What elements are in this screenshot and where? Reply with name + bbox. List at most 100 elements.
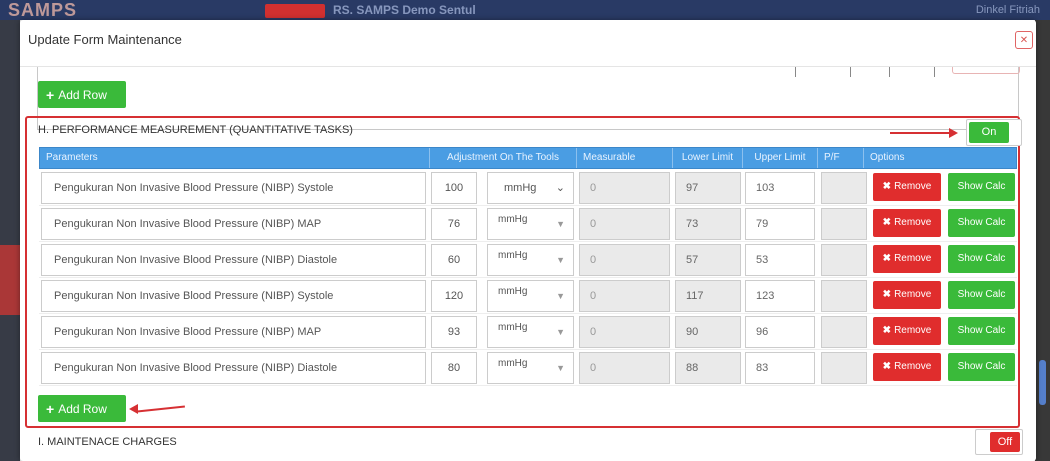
show-calc-button[interactable]: Show Calc [948,281,1015,309]
remove-label: Remove [894,181,932,192]
close-icon: ✖ [882,289,892,300]
adjustment-input[interactable]: 100 [431,172,477,204]
table-row: Pengukuran Non Invasive Blood Pressure (… [39,206,1017,242]
col-lower-limit: Lower Limit [673,148,743,168]
close-icon: ✖ [882,253,892,264]
remove-button[interactable]: ✖ Remove [873,245,941,273]
parameter-input[interactable]: Pengukuran Non Invasive Blood Pressure (… [41,208,426,240]
section-i-title: I. MAINTENACE CHARGES [38,436,177,448]
upper-limit-input[interactable]: 53 [745,244,815,276]
caret-down-icon: ▼ [556,219,565,229]
add-row-label: Add Row [58,87,107,102]
section-h-title: H. PERFORMANCE MEASUREMENT (QUANTITATIVE… [38,124,353,136]
remove-label: Remove [894,361,932,372]
show-calc-button[interactable]: Show Calc [948,245,1015,273]
measurable-field: 0 [579,280,670,312]
show-calc-button[interactable]: Show Calc [948,173,1015,201]
remove-button[interactable]: ✖ Remove [873,353,941,381]
toggle-on-label: On [969,122,1009,143]
lower-limit-field: 117 [675,280,741,312]
close-icon: ✖ [882,217,892,228]
prev-remove-button-edge [952,67,1020,74]
close-icon: ✖ [882,325,892,336]
adjustment-input[interactable]: 76 [431,208,477,240]
add-row-button-previous[interactable]: + Add Row [38,81,126,108]
pf-field [821,172,867,204]
unit-value: mmHg [498,286,528,297]
adjustment-input[interactable]: 120 [431,280,477,312]
caret-down-icon: ▼ [556,363,565,373]
parameter-input[interactable]: Pengukuran Non Invasive Blood Pressure (… [41,244,426,276]
unit-select[interactable]: mmHg ▼ [487,352,574,384]
pf-field [821,352,867,384]
table-row: Pengukuran Non Invasive Blood Pressure (… [39,350,1017,386]
parameter-input[interactable]: Pengukuran Non Invasive Blood Pressure (… [41,172,426,204]
show-calc-button[interactable]: Show Calc [948,353,1015,381]
lower-limit-field: 57 [675,244,741,276]
table-row: Pengukuran Non Invasive Blood Pressure (… [39,314,1017,350]
pf-field [821,208,867,240]
remove-button[interactable]: ✖ Remove [873,173,941,201]
pf-field [821,316,867,348]
caret-down-icon: ▼ [556,327,565,337]
chevron-down-icon: ⌄ [555,182,565,194]
lower-limit-field: 88 [675,352,741,384]
parameter-input[interactable]: Pengukuran Non Invasive Blood Pressure (… [41,280,426,312]
plus-icon: + [46,400,55,417]
col-measurable: Measurable [577,148,673,168]
section-h-toggle[interactable]: On [966,119,1022,146]
unit-select[interactable]: mmHg ⌄ [487,172,574,204]
upper-limit-input[interactable]: 79 [745,208,815,240]
section-i-toggle[interactable]: Off [975,429,1023,455]
close-icon: ✖ [882,181,892,192]
remove-label: Remove [894,253,932,264]
show-calc-button[interactable]: Show Calc [948,209,1015,237]
prev-column-divider [934,67,935,77]
annotation-arrow [890,132,950,134]
unit-select[interactable]: mmHg ▼ [487,280,574,312]
plus-icon: + [46,86,55,103]
measurable-field: 0 [579,172,670,204]
measurable-field: 0 [579,208,670,240]
remove-button[interactable]: ✖ Remove [873,281,941,309]
unit-select[interactable]: mmHg ▼ [487,316,574,348]
prev-column-divider [850,67,851,77]
adjustment-input[interactable]: 60 [431,244,477,276]
update-form-modal: Update Form Maintenance ✕ + Add Row H. PE… [20,20,1036,461]
table-row: Pengukuran Non Invasive Blood Pressure (… [39,170,1017,206]
annotation-arrow-head [949,128,958,138]
remove-button[interactable]: ✖ Remove [873,209,941,237]
remove-label: Remove [894,217,932,228]
unit-select[interactable]: mmHg ▼ [487,208,574,240]
measurable-field: 0 [579,316,670,348]
unit-value: mmHg [498,250,528,261]
parameter-input[interactable]: Pengukuran Non Invasive Blood Pressure (… [41,352,426,384]
unit-select[interactable]: mmHg ▼ [487,244,574,276]
show-calc-button[interactable]: Show Calc [948,317,1015,345]
upper-limit-input[interactable]: 123 [745,280,815,312]
col-adjustment: Adjustment On The Tools [430,148,577,168]
parameter-input[interactable]: Pengukuran Non Invasive Blood Pressure (… [41,316,426,348]
prev-column-divider [889,67,890,77]
upper-limit-input[interactable]: 103 [745,172,815,204]
remove-label: Remove [894,325,932,336]
remove-button[interactable]: ✖ Remove [873,317,941,345]
unit-value: mmHg [498,358,528,369]
adjustment-input[interactable]: 93 [431,316,477,348]
lower-limit-field: 90 [675,316,741,348]
adjustment-input[interactable]: 80 [431,352,477,384]
add-row-label: Add Row [58,401,107,416]
upper-limit-input[interactable]: 96 [745,316,815,348]
col-pf: P/F [818,148,864,168]
modal-title: Update Form Maintenance [28,32,182,47]
measurable-field: 0 [579,244,670,276]
close-icon: ✕ [1019,35,1029,46]
close-button[interactable]: ✕ [1015,31,1033,49]
lower-limit-field: 73 [675,208,741,240]
lower-limit-field: 97 [675,172,741,204]
add-row-button[interactable]: + Add Row [38,395,126,422]
upper-limit-input[interactable]: 83 [745,352,815,384]
close-icon: ✖ [882,361,892,372]
unit-value: mmHg [504,182,537,194]
table-row: Pengukuran Non Invasive Blood Pressure (… [39,242,1017,278]
